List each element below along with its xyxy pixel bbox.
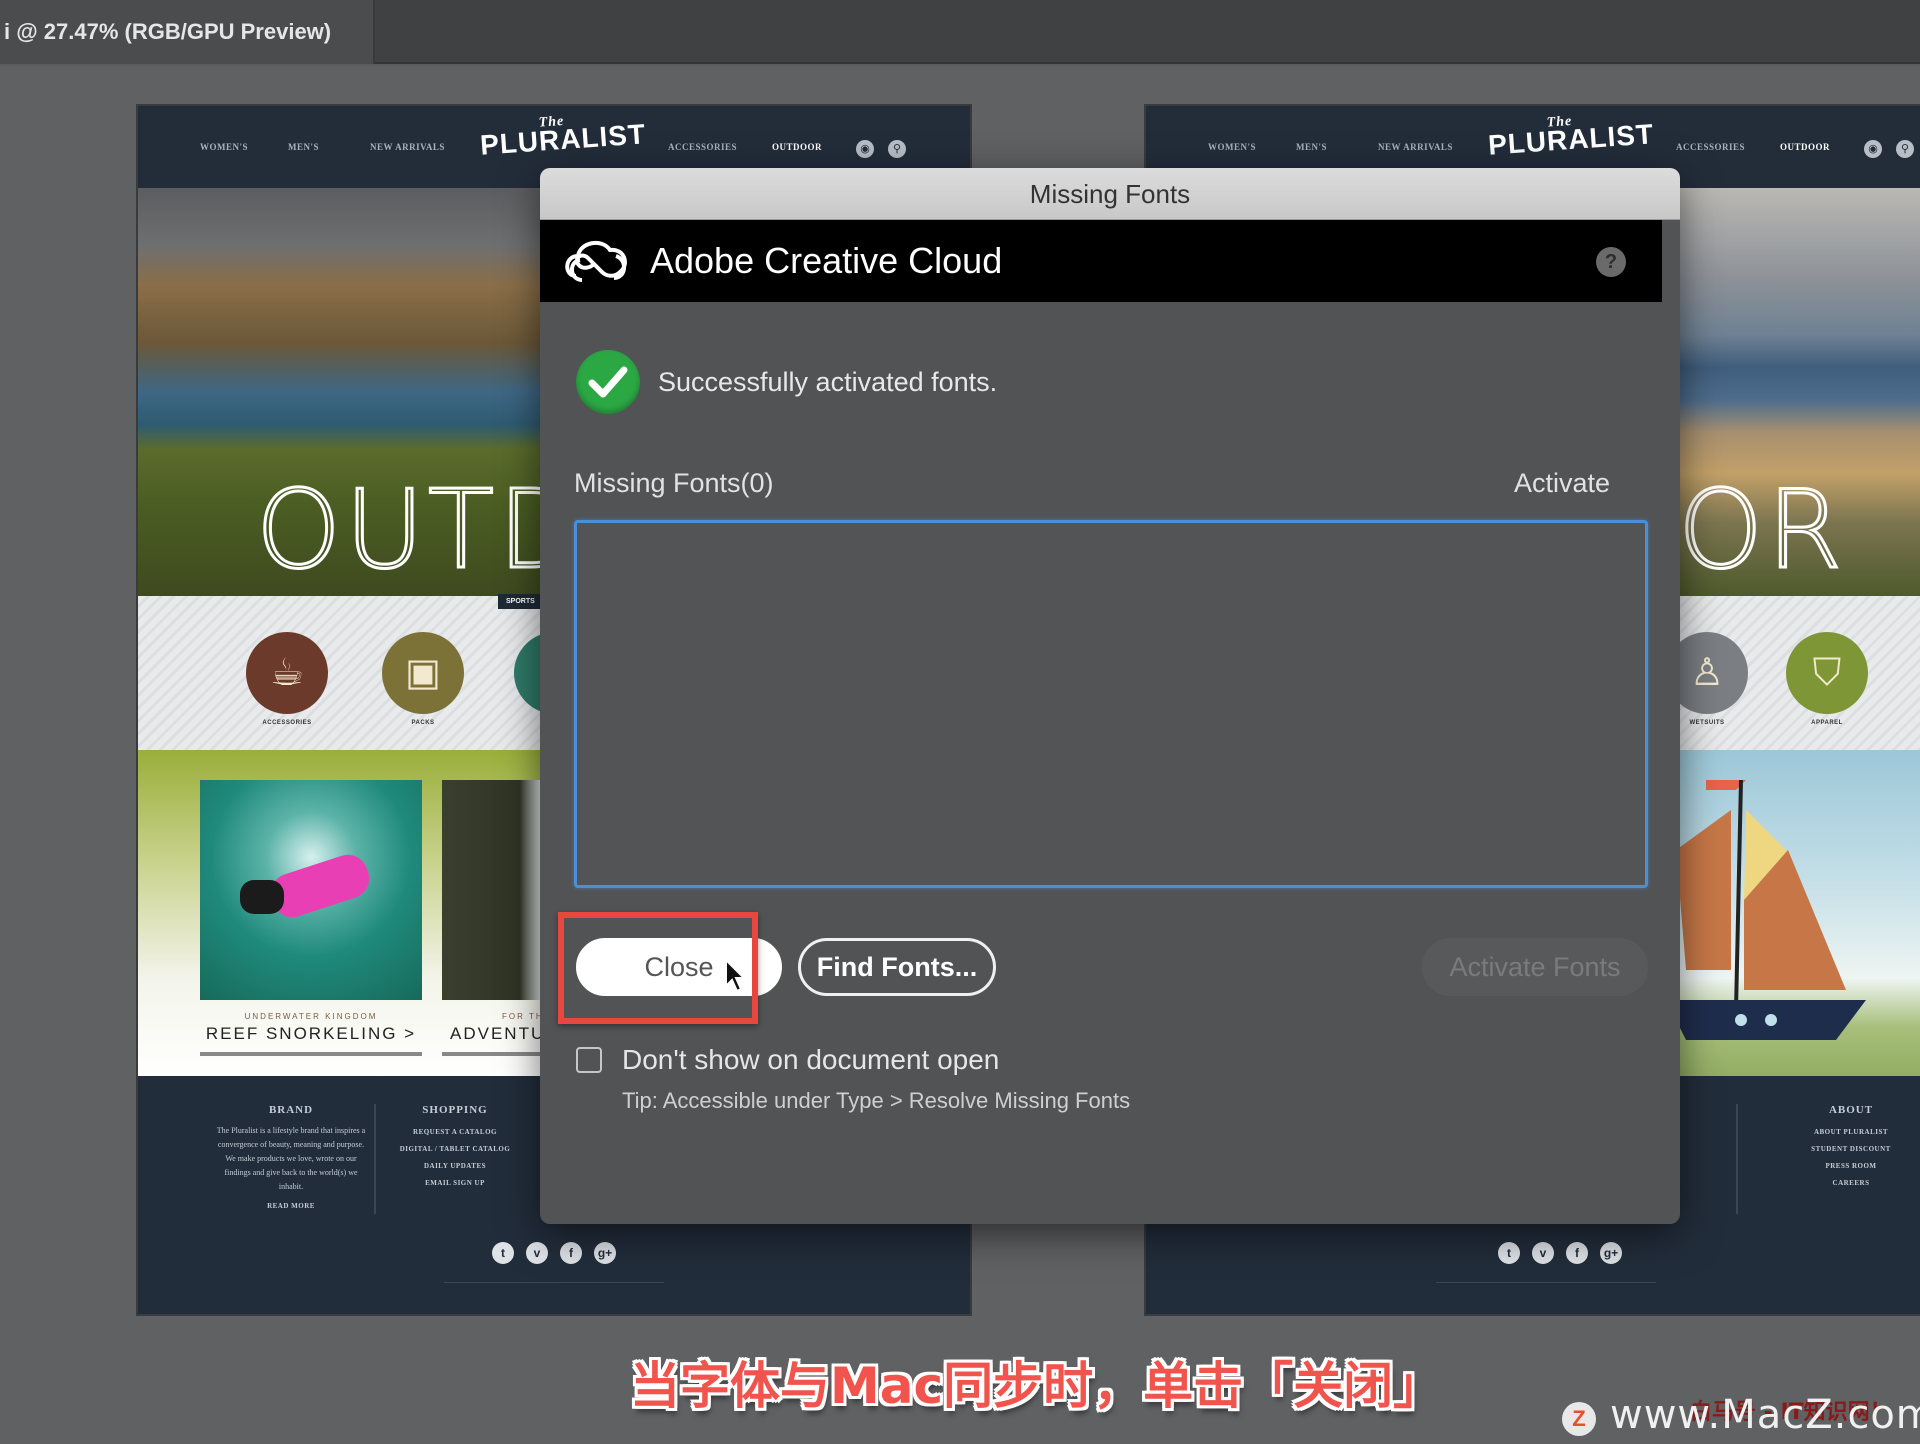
document-tab-bar: i @ 27.47% (RGB/GPU Preview) bbox=[0, 0, 1920, 64]
footer-fine-print: ————————————————————————————————————————… bbox=[1436, 1280, 1656, 1286]
feature-underline bbox=[200, 1052, 422, 1056]
snorkel-photo bbox=[200, 780, 422, 1000]
social-links: t v f g+ bbox=[1498, 1242, 1622, 1264]
social-links: t v f g+ bbox=[492, 1242, 616, 1264]
creative-cloud-logo-icon bbox=[565, 240, 627, 282]
coffee-mug-icon: ☕ bbox=[246, 632, 328, 714]
dont-show-checkbox[interactable] bbox=[576, 1047, 602, 1073]
status-row: Successfully activated fonts. bbox=[576, 350, 997, 414]
nav-item-womens: WOMEN'S bbox=[1208, 142, 1257, 152]
dont-show-label[interactable]: Don't show on document open bbox=[622, 1044, 999, 1076]
help-icon[interactable]: ? bbox=[1596, 247, 1626, 277]
macz-logo-icon: Z bbox=[1562, 1402, 1596, 1436]
missing-fonts-dialog: Missing Fonts Adobe Creative Cloud ? Suc… bbox=[540, 168, 1680, 1224]
dont-show-row: Don't show on document open bbox=[576, 1044, 999, 1076]
jacket-icon: ⛉ bbox=[1786, 632, 1868, 714]
missing-fonts-list[interactable] bbox=[574, 520, 1648, 888]
brand-logo: The PLURALIST bbox=[479, 113, 647, 161]
activate-fonts-button[interactable]: Activate Fonts bbox=[1422, 938, 1648, 996]
missing-fonts-count-label: Missing Fonts(0) bbox=[574, 468, 774, 498]
search-icon: ⚲ bbox=[888, 140, 906, 158]
nav-item-accessories: ACCESSORIES bbox=[668, 142, 738, 152]
nav-item-new-arrivals: NEW ARRIVALS bbox=[1378, 142, 1453, 152]
find-fonts-button[interactable]: Find Fonts... bbox=[798, 938, 996, 996]
tip-text: Tip: Accessible under Type > Resolve Mis… bbox=[622, 1088, 1131, 1113]
creative-cloud-title: Adobe Creative Cloud bbox=[650, 240, 1003, 281]
screen: i @ 27.47% (RGB/GPU Preview) WOMEN'S MEN… bbox=[0, 0, 1920, 1444]
cart-icon: ◉ bbox=[856, 140, 874, 158]
twitter-icon: t bbox=[492, 1242, 514, 1264]
search-icon: ⚲ bbox=[1896, 140, 1914, 158]
nav-item-mens: MEN'S bbox=[288, 142, 320, 152]
nav-item-womens: WOMEN'S bbox=[200, 142, 249, 152]
nav-item-accessories: ACCESSORIES bbox=[1676, 142, 1746, 152]
nav-item-mens: MEN'S bbox=[1296, 142, 1328, 152]
footer-divider bbox=[1736, 1104, 1738, 1214]
brand-logo: The PLURALIST bbox=[1487, 113, 1655, 161]
sport-tag: SPORTS bbox=[498, 594, 543, 609]
activate-column-header: Activate bbox=[1513, 468, 1610, 498]
nav-item-outdoor: OUTDOOR bbox=[772, 142, 823, 152]
footer-fine-print: ————————————————————————————————————————… bbox=[444, 1280, 664, 1286]
footer-divider bbox=[374, 1104, 376, 1214]
google-plus-icon: g+ bbox=[1600, 1242, 1622, 1264]
video-subtitle: 当字体与Mac同步时，单击「关闭」 bbox=[630, 1357, 1444, 1415]
cart-icon: ◉ bbox=[1864, 140, 1882, 158]
status-message: Successfully activated fonts. bbox=[658, 366, 998, 397]
feature-kicker: UNDERWATER KINGDOM bbox=[244, 1012, 378, 1021]
nav-item-new-arrivals: NEW ARRIVALS bbox=[370, 142, 445, 152]
footer-about: ABOUT ABOUT PLURALIST STUDENT DISCOUNT P… bbox=[1811, 1104, 1891, 1187]
mouse-cursor-icon bbox=[725, 958, 747, 993]
footer-shopping: SHOPPING REQUEST A CATALOG DIGITAL / TAB… bbox=[399, 1104, 511, 1187]
feature-title-link: REEF SNORKELING > bbox=[205, 1024, 417, 1043]
missing-fonts-list-header: Missing Fonts(0) Activate bbox=[574, 468, 1610, 499]
twitter-icon: t bbox=[1498, 1242, 1520, 1264]
backpack-icon: ▣ bbox=[382, 632, 464, 714]
category-label: APPAREL bbox=[1811, 720, 1843, 726]
footer-brand: BRAND The Pluralist is a lifestyle brand… bbox=[216, 1104, 366, 1210]
vimeo-icon: v bbox=[1532, 1242, 1554, 1264]
document-tab[interactable]: i @ 27.47% (RGB/GPU Preview) bbox=[0, 0, 375, 64]
creative-cloud-header: Adobe Creative Cloud ? bbox=[540, 220, 1662, 302]
nav-item-outdoor: OUTDOOR bbox=[1780, 142, 1831, 152]
hero-title: OR bbox=[1676, 467, 1847, 595]
dialog-title[interactable]: Missing Fonts bbox=[540, 168, 1680, 220]
success-check-icon bbox=[576, 350, 640, 414]
category-label: PACKS bbox=[411, 720, 435, 726]
facebook-icon: f bbox=[560, 1242, 582, 1264]
category-label: ACCESSORIES bbox=[262, 720, 312, 726]
close-button[interactable]: Close bbox=[576, 938, 782, 996]
google-plus-icon: g+ bbox=[594, 1242, 616, 1264]
facebook-icon: f bbox=[1566, 1242, 1588, 1264]
watermark-url: www.MacZ.com bbox=[1610, 1392, 1920, 1438]
vimeo-icon: v bbox=[526, 1242, 548, 1264]
